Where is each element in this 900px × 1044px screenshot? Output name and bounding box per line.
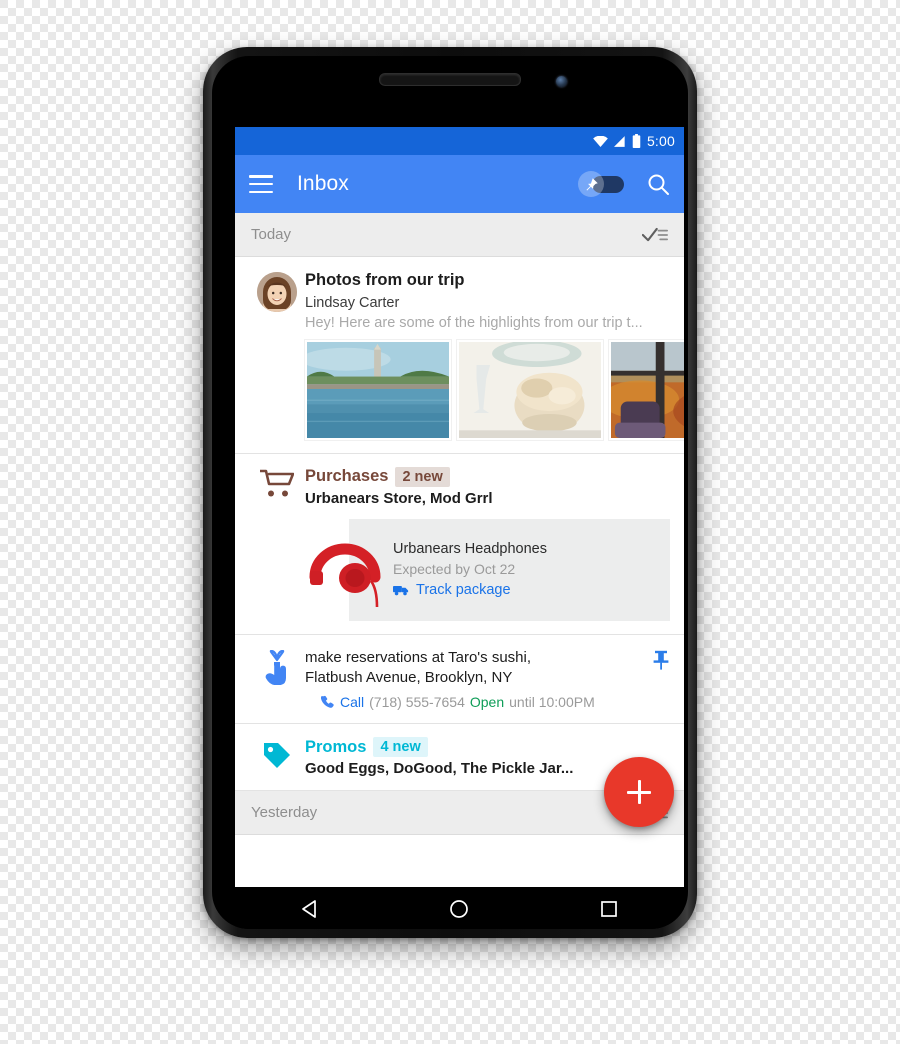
contact-avatar-image bbox=[257, 272, 297, 312]
hamburger-menu-icon[interactable] bbox=[249, 175, 273, 193]
home-circle-icon bbox=[450, 900, 469, 918]
bundle-body: Purchases 2 new Urbanears Store, Mod Grr… bbox=[305, 466, 670, 621]
status-bar-clock: 5:00 bbox=[646, 133, 675, 149]
sweep-done-icon[interactable] bbox=[642, 226, 668, 244]
reminder-icon-container bbox=[249, 648, 305, 710]
nav-recents-button[interactable] bbox=[586, 892, 632, 926]
message-body: Photos from our trip Lindsay Carter Hey!… bbox=[305, 270, 684, 440]
shopping-cart-icon bbox=[260, 469, 294, 497]
price-tag-icon bbox=[264, 743, 290, 768]
wifi-icon bbox=[593, 135, 608, 147]
list-item-reminder[interactable]: make reservations at Taro's sushi, Flatb… bbox=[235, 634, 684, 724]
reminder-line-1: make reservations at Taro's sushi, bbox=[305, 648, 532, 666]
section-label-yesterday: Yesterday bbox=[251, 804, 318, 821]
photo-thumbnail-strip bbox=[305, 339, 684, 440]
bundle-senders: Urbanears Store, Mod Grrl bbox=[305, 489, 493, 507]
promos-icon-container bbox=[249, 737, 305, 777]
open-status: Open bbox=[469, 694, 505, 710]
front-camera-icon bbox=[556, 76, 567, 87]
product-eta: Expected by Oct 22 bbox=[393, 561, 516, 578]
earpiece-speaker-icon bbox=[379, 73, 521, 86]
avatar-container bbox=[249, 270, 305, 440]
red-headphones-image bbox=[309, 543, 381, 607]
reminder-body: make reservations at Taro's sushi, Flatb… bbox=[305, 648, 646, 710]
phone-device: 5:00 Inbox Today Photos from our trip Li… bbox=[203, 47, 697, 938]
bundle-new-badge: 2 new bbox=[395, 466, 450, 487]
compose-fab[interactable] bbox=[604, 757, 674, 827]
thumbnail-washington-monument[interactable] bbox=[305, 339, 451, 440]
list-item-purchases-bundle[interactable]: Purchases 2 new Urbanears Store, Mod Grr… bbox=[235, 453, 684, 635]
section-label: Today bbox=[251, 226, 292, 243]
thumbnail-image-1 bbox=[307, 341, 449, 438]
thumbnail-image-3 bbox=[611, 341, 684, 438]
bundle-name: Purchases bbox=[305, 467, 389, 486]
finger-string-reminder-icon bbox=[265, 649, 286, 685]
page-title: Inbox bbox=[297, 172, 349, 195]
promos-bundle-name: Promos bbox=[305, 737, 367, 756]
track-package-link[interactable]: Track package bbox=[393, 582, 656, 598]
thumbnail-autumn-window[interactable] bbox=[609, 339, 684, 440]
product-image-container bbox=[297, 531, 393, 609]
message-subject: Photos from our trip bbox=[305, 271, 465, 289]
plus-icon-vertical bbox=[637, 780, 641, 804]
battery-icon bbox=[632, 134, 641, 148]
phone-screen: 5:00 Inbox Today Photos from our trip Li… bbox=[235, 127, 684, 887]
product-title: Urbanears Headphones bbox=[393, 541, 547, 558]
bundle-title-row: Purchases 2 new bbox=[305, 466, 670, 487]
list-item-photos-message[interactable]: Photos from our trip Lindsay Carter Hey!… bbox=[235, 257, 684, 454]
back-triangle-icon bbox=[301, 900, 316, 918]
promos-new-badge: 4 new bbox=[373, 737, 428, 757]
search-icon[interactable] bbox=[646, 172, 670, 196]
message-snippet: Hey! Here are some of the highlights fro… bbox=[305, 314, 643, 331]
avatar[interactable] bbox=[257, 272, 297, 312]
thumbnail-dessert[interactable] bbox=[457, 339, 603, 440]
product-info: Urbanears Headphones Expected by Oct 22 … bbox=[393, 541, 656, 598]
reminder-meta: Call (718) 555-7654 Open until 10:00PM bbox=[305, 694, 646, 710]
phone-icon bbox=[321, 695, 334, 708]
android-navigation-bar bbox=[235, 887, 684, 929]
nav-home-button[interactable] bbox=[436, 892, 482, 926]
thumbnail-image-2 bbox=[459, 341, 601, 438]
call-link-label[interactable]: Call bbox=[340, 694, 364, 710]
track-package-label: Track package bbox=[416, 582, 511, 599]
phone-bezel: 5:00 Inbox Today Photos from our trip Li… bbox=[212, 56, 688, 929]
nav-back-button[interactable] bbox=[287, 892, 333, 926]
phone-number: (718) 555-7654 bbox=[369, 694, 465, 710]
pin-toggle[interactable] bbox=[578, 171, 624, 197]
section-header-today: Today bbox=[235, 213, 684, 257]
promos-title-row: Promos 4 new bbox=[305, 737, 670, 757]
recents-square-icon bbox=[601, 901, 617, 917]
reminder-line-2: Flatbush Avenue, Brooklyn, NY bbox=[305, 669, 513, 687]
pin-icon bbox=[586, 177, 598, 190]
purchase-card[interactable]: Urbanears Headphones Expected by Oct 22 … bbox=[309, 518, 670, 621]
cell-signal-icon bbox=[613, 135, 625, 147]
truck-icon bbox=[393, 586, 409, 596]
open-hours: until 10:00PM bbox=[509, 694, 595, 710]
pushpin-icon[interactable] bbox=[652, 648, 670, 670]
pin-toggle-knob bbox=[578, 171, 604, 197]
message-sender: Lindsay Carter bbox=[305, 294, 400, 311]
status-bar: 5:00 bbox=[235, 127, 684, 155]
app-bar: Inbox bbox=[235, 155, 684, 213]
